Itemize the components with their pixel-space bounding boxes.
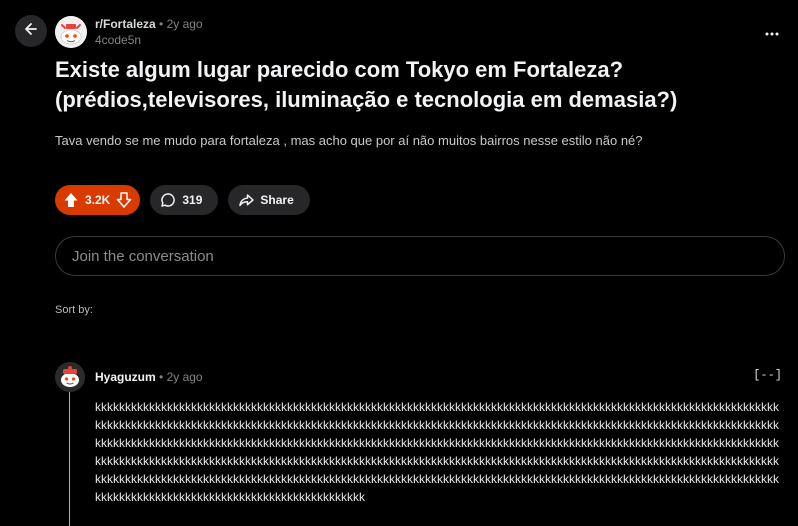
back-button[interactable] — [15, 15, 47, 47]
arrow-left-icon — [23, 21, 39, 42]
post-title: Existe algum lugar parecido com Tokyo em… — [55, 57, 678, 112]
share-button[interactable]: Share — [228, 185, 310, 215]
subreddit-avatar[interactable] — [55, 16, 87, 48]
meta-separator: • — [159, 17, 164, 31]
post-page: r/Fortaleza • 2y ago 4code5n Existe algu… — [0, 0, 798, 526]
comment-age: 2y ago — [166, 370, 203, 384]
vote-control: 3.2K — [55, 185, 141, 215]
collapse-comment-button[interactable]: [--] — [753, 368, 782, 382]
downvote-arrow-icon[interactable] — [116, 192, 132, 208]
post-meta: r/Fortaleza • 2y ago 4code5n — [95, 16, 203, 48]
comment-meta: Hyaguzum • 2y ago — [95, 369, 203, 385]
comment-author[interactable]: Hyaguzum — [95, 370, 156, 384]
more-horizontal-icon — [765, 23, 779, 41]
avatar[interactable] — [55, 362, 85, 392]
post-actions: 3.2K 319 Share — [55, 185, 310, 215]
join-conversation-input[interactable]: Join the conversation — [55, 236, 785, 276]
comments-button[interactable]: 319 — [150, 185, 219, 215]
sort-by-label[interactable]: Sort by: — [55, 304, 93, 316]
comment-body: kkkkkkkkkkkkkkkkkkkkkkkkkkkkkkkkkkkkkkkk… — [95, 400, 779, 504]
comments-count: 319 — [182, 193, 203, 207]
join-placeholder: Join the conversation — [72, 247, 214, 265]
vote-score: 3.2K — [85, 193, 111, 207]
speech-bubble-icon — [160, 192, 176, 208]
meta-separator: • — [159, 370, 164, 384]
upvote-arrow-icon[interactable] — [63, 192, 79, 208]
share-arrow-icon — [238, 192, 255, 208]
subreddit-name[interactable]: r/Fortaleza — [95, 17, 156, 31]
post-age: 2y ago — [166, 17, 203, 31]
post-author[interactable]: 4code5n — [95, 32, 203, 48]
more-options-button[interactable] — [762, 22, 782, 42]
share-label: Share — [260, 193, 294, 207]
post-body: Tava vendo se me mudo para fortaleza , m… — [55, 133, 643, 148]
comment-thread-line[interactable] — [69, 392, 70, 526]
